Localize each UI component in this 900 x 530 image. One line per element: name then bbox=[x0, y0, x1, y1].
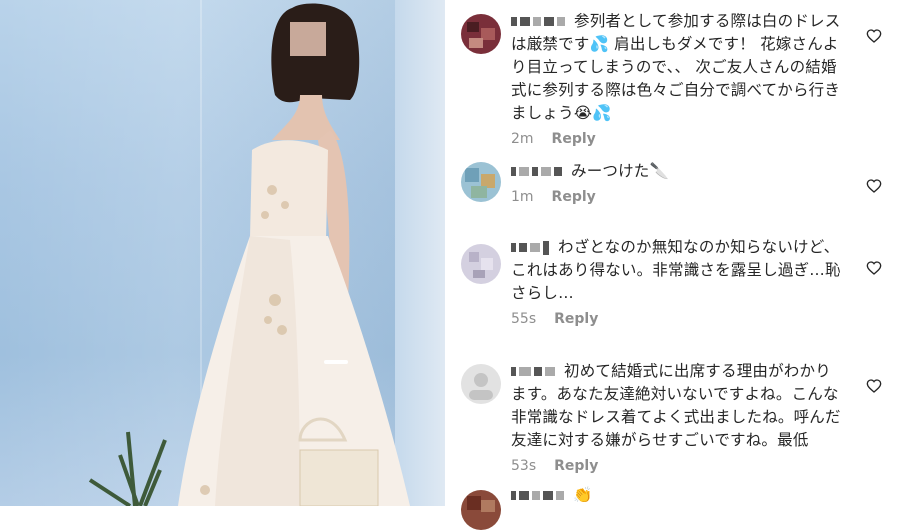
comment-body: わざとなのか無知なのか知らないけど、これはあり得ない。非常識さを露呈し過ぎ…恥さ… bbox=[511, 236, 841, 327]
comment-meta: 1m Reply bbox=[511, 189, 841, 205]
bracelet bbox=[324, 360, 348, 364]
comment-text: 参列者として参加する際は白のドレスは厳禁です💦 肩出しもダメです！ 花嫁さんより… bbox=[511, 10, 841, 125]
avatar[interactable] bbox=[461, 244, 501, 284]
heart-outline-icon[interactable] bbox=[866, 260, 882, 276]
plant bbox=[88, 431, 167, 506]
comment-text-content: 👏 bbox=[573, 486, 593, 504]
heart-outline-icon[interactable] bbox=[866, 378, 882, 394]
heart-outline-icon[interactable] bbox=[866, 28, 882, 44]
avatar[interactable] bbox=[461, 162, 501, 202]
bride-figure-illustration bbox=[88, 3, 410, 506]
comment-body: 参列者として参加する際は白のドレスは厳禁です💦 肩出しもダメです！ 花嫁さんより… bbox=[511, 10, 841, 147]
reply-button[interactable]: Reply bbox=[552, 189, 596, 205]
comment-time: 53s bbox=[511, 458, 537, 474]
comment-text: 初めて結婚式に出席する理由がわかります。あなた友達絶対いないですよね。こんな非常… bbox=[511, 360, 841, 452]
comment-text: みーつけた🔪 bbox=[511, 160, 841, 183]
dress-bodice bbox=[250, 140, 328, 246]
redacted-username[interactable] bbox=[511, 360, 558, 383]
comment-body: 初めて結婚式に出席する理由がわかります。あなた友達絶対いないですよね。こんな非常… bbox=[511, 360, 841, 474]
comment-body: みーつけた🔪 1m Reply bbox=[511, 160, 841, 205]
redacted-username[interactable] bbox=[511, 484, 567, 507]
avatar[interactable] bbox=[461, 364, 501, 404]
comment-text: わざとなのか無知なのか知らないけど、これはあり得ない。非常識さを露呈し過ぎ…恥さ… bbox=[511, 236, 841, 305]
handbag bbox=[299, 449, 379, 506]
comment-text-content: 初めて結婚式に出席する理由がわかります。あなた友達絶対いないですよね。こんな非常… bbox=[511, 362, 841, 449]
comment-meta: 53s Reply bbox=[511, 458, 841, 474]
reply-button[interactable]: Reply bbox=[554, 311, 598, 327]
comment-text-content: わざとなのか無知なのか知らないけど、これはあり得ない。非常識さを露呈し過ぎ…恥さ… bbox=[511, 238, 841, 302]
reply-button[interactable]: Reply bbox=[554, 458, 598, 474]
comment-meta: 2m Reply bbox=[511, 131, 841, 147]
redacted-username[interactable] bbox=[511, 160, 565, 183]
avatar[interactable] bbox=[461, 14, 501, 54]
redacted-username[interactable] bbox=[511, 236, 552, 259]
comment-body: 👏 bbox=[511, 484, 841, 507]
blurred-face bbox=[290, 22, 326, 56]
comments-panel: 参列者として参加する際は白のドレスは厳禁です💦 肩出しもダメです！ 花嫁さんより… bbox=[445, 0, 900, 530]
reply-button[interactable]: Reply bbox=[552, 131, 596, 147]
comment-time: 1m bbox=[511, 189, 534, 205]
comment-text: 👏 bbox=[511, 484, 841, 507]
comment-time: 55s bbox=[511, 311, 537, 327]
avatar[interactable] bbox=[461, 490, 501, 530]
redacted-username[interactable] bbox=[511, 10, 568, 33]
heart-outline-icon[interactable] bbox=[866, 178, 882, 194]
post-photo bbox=[0, 0, 445, 506]
comment-meta: 55s Reply bbox=[511, 311, 841, 327]
comment-time: 2m bbox=[511, 131, 534, 147]
comment-text-content: みーつけた🔪 bbox=[571, 162, 669, 180]
